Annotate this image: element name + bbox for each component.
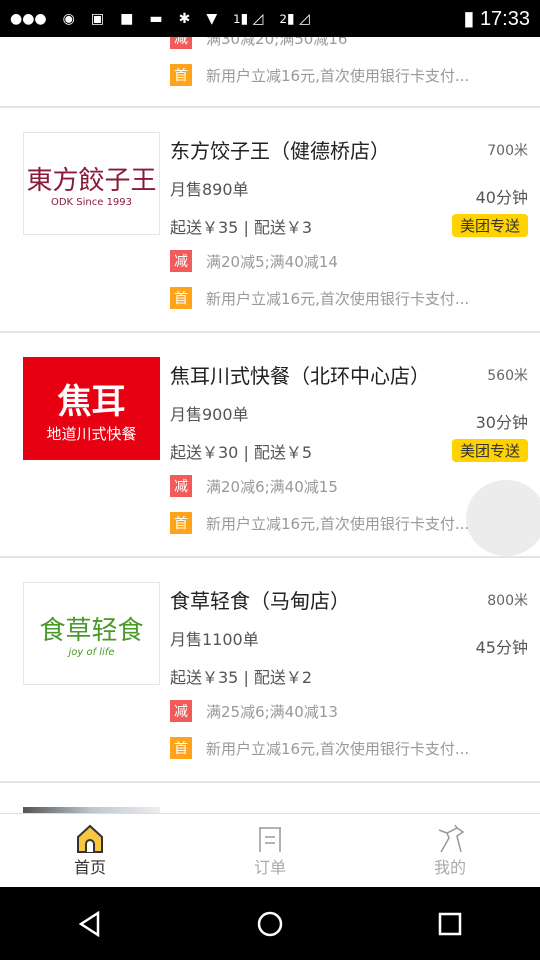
promo-text: 新用户立减16元,首次使用银行卡支付... bbox=[206, 66, 470, 85]
home-icon bbox=[77, 824, 103, 853]
logo-sub: 地道川式快餐 bbox=[46, 424, 137, 443]
promo-reduce: 减满25减6;满40减13 bbox=[170, 700, 338, 722]
distance: 700米 bbox=[487, 143, 528, 159]
notification-icon: ●●● bbox=[10, 10, 47, 27]
bluetooth-icon: ✱ bbox=[178, 10, 191, 27]
logo-text: 東方餃子王 bbox=[26, 165, 157, 196]
delivery-badge: 美团专送 bbox=[451, 439, 528, 462]
restaurant-logo: 東方餃子王 ODK Since 1993 bbox=[23, 132, 160, 235]
promo-text: 满20减6;满40减15 bbox=[206, 477, 338, 496]
wifi-icon: ▼ bbox=[206, 10, 218, 27]
battery-icon: ▮ bbox=[463, 8, 480, 30]
status-bar: ●●● ◉ ▣ ■ ▬ ✱ ▼ 1▮ ◿ 2▮ ◿ ▮ 17:33 bbox=[0, 0, 540, 37]
promo-new: 首新用户立减16元,首次使用银行卡支付... bbox=[170, 512, 469, 534]
reduce-tag: 减 bbox=[170, 475, 192, 497]
promo-reduce: 减满20减5;满40减14 bbox=[170, 250, 338, 272]
delivery-time: 40分钟 bbox=[475, 188, 528, 207]
restaurant-card[interactable]: 食草轻食 joy of life 食草轻食（马甸店） 800米 月售1100单 … bbox=[0, 559, 540, 783]
system-nav-bar bbox=[0, 887, 540, 960]
sim2-icon: 2▮ ◿ bbox=[279, 10, 310, 27]
back-icon[interactable] bbox=[76, 910, 104, 938]
new-tag: 首 bbox=[170, 64, 192, 86]
monthly-sales: 月售890单 bbox=[170, 180, 249, 199]
square-icon: ■ bbox=[120, 10, 134, 27]
logo-text: 焦耳 bbox=[57, 381, 126, 422]
distance: 560米 bbox=[487, 368, 528, 384]
sim1-icon: 1▮ ◿ bbox=[233, 10, 264, 27]
monthly-sales: 月售900单 bbox=[170, 405, 249, 424]
restaurant-logo: 焦耳 地道川式快餐 bbox=[23, 357, 160, 460]
image-icon: ▣ bbox=[90, 10, 105, 27]
clock: ▮ 17:33 bbox=[463, 8, 530, 30]
new-tag: 首 bbox=[170, 512, 192, 534]
promo-reduce: 减满20减6;满40减15 bbox=[170, 475, 338, 497]
delivery-time: 45分钟 bbox=[475, 638, 528, 657]
reduce-tag: 减 bbox=[170, 250, 192, 272]
delivery-fee: 起送￥35 | 配送￥3 bbox=[170, 218, 313, 237]
promo-text: 满20减5;满40减14 bbox=[206, 252, 338, 271]
recents-icon[interactable] bbox=[436, 910, 464, 938]
logo-sub: joy of life bbox=[68, 646, 115, 658]
wechat-icon: ◉ bbox=[62, 10, 75, 27]
restaurant-card[interactable]: 東方餃子王 ODK Since 1993 东方饺子王（健德桥店） 700米 月售… bbox=[0, 109, 540, 333]
delivery-fee: 起送￥30 | 配送￥5 bbox=[170, 443, 313, 462]
floating-touch-button[interactable] bbox=[466, 480, 540, 556]
tab-orders[interactable]: 订单 bbox=[180, 814, 360, 887]
tab-home[interactable]: 首页 bbox=[0, 814, 180, 887]
tab-label: 订单 bbox=[253, 858, 286, 877]
home-circle-icon[interactable] bbox=[256, 910, 284, 938]
promo-text: 新用户立减16元,首次使用银行卡支付... bbox=[206, 514, 470, 533]
restaurant-list[interactable]: 减满30减20;满50减16 首新用户立减16元,首次使用银行卡支付... 東方… bbox=[0, 0, 540, 813]
restaurant-logo: 食草轻食 joy of life bbox=[23, 582, 160, 685]
promo-new: 首新用户立减16元,首次使用银行卡支付... bbox=[170, 287, 469, 309]
order-list-icon bbox=[259, 827, 281, 852]
promo-text: 新用户立减16元,首次使用银行卡支付... bbox=[206, 289, 470, 308]
new-tag: 首 bbox=[170, 737, 192, 759]
delivery-badge: 美团专送 bbox=[451, 214, 528, 237]
tab-label: 首页 bbox=[73, 858, 106, 877]
restaurant-name: 食草轻食（马甸店） bbox=[170, 589, 350, 613]
logo-sub: ODK Since 1993 bbox=[50, 196, 133, 208]
folder-icon: ▬ bbox=[149, 10, 163, 27]
distance: 800米 bbox=[487, 593, 528, 609]
promo-text: 满25减6;满40减13 bbox=[206, 702, 338, 721]
delivery-fee: 起送￥35 | 配送￥2 bbox=[170, 668, 313, 687]
monthly-sales: 月售1100单 bbox=[170, 630, 259, 649]
logo-text: 食草轻食 bbox=[39, 615, 144, 646]
restaurant-name: 东方饺子王（健德桥店） bbox=[170, 139, 390, 163]
promo-new: 首新用户立减16元,首次使用银行卡支付... bbox=[170, 737, 469, 759]
promo-new: 首新用户立减16元,首次使用银行卡支付... bbox=[170, 64, 469, 86]
delivery-time: 30分钟 bbox=[475, 413, 528, 432]
promo-text: 新用户立减16元,首次使用银行卡支付... bbox=[206, 739, 470, 758]
restaurant-card[interactable]: 焦耳 地道川式快餐 焦耳川式快餐（北环中心店） 560米 月售900单 30分钟… bbox=[0, 334, 540, 558]
restaurant-name: 焦耳川式快餐（北环中心店） bbox=[170, 364, 430, 388]
kangaroo-icon bbox=[438, 824, 465, 853]
new-tag: 首 bbox=[170, 287, 192, 309]
bottom-tab-bar: 首页 订单 我的 bbox=[0, 813, 540, 887]
tab-profile[interactable]: 我的 bbox=[360, 814, 540, 887]
tab-label: 我的 bbox=[433, 858, 466, 877]
restaurant-card-partial[interactable] bbox=[0, 784, 540, 813]
reduce-tag: 减 bbox=[170, 700, 192, 722]
